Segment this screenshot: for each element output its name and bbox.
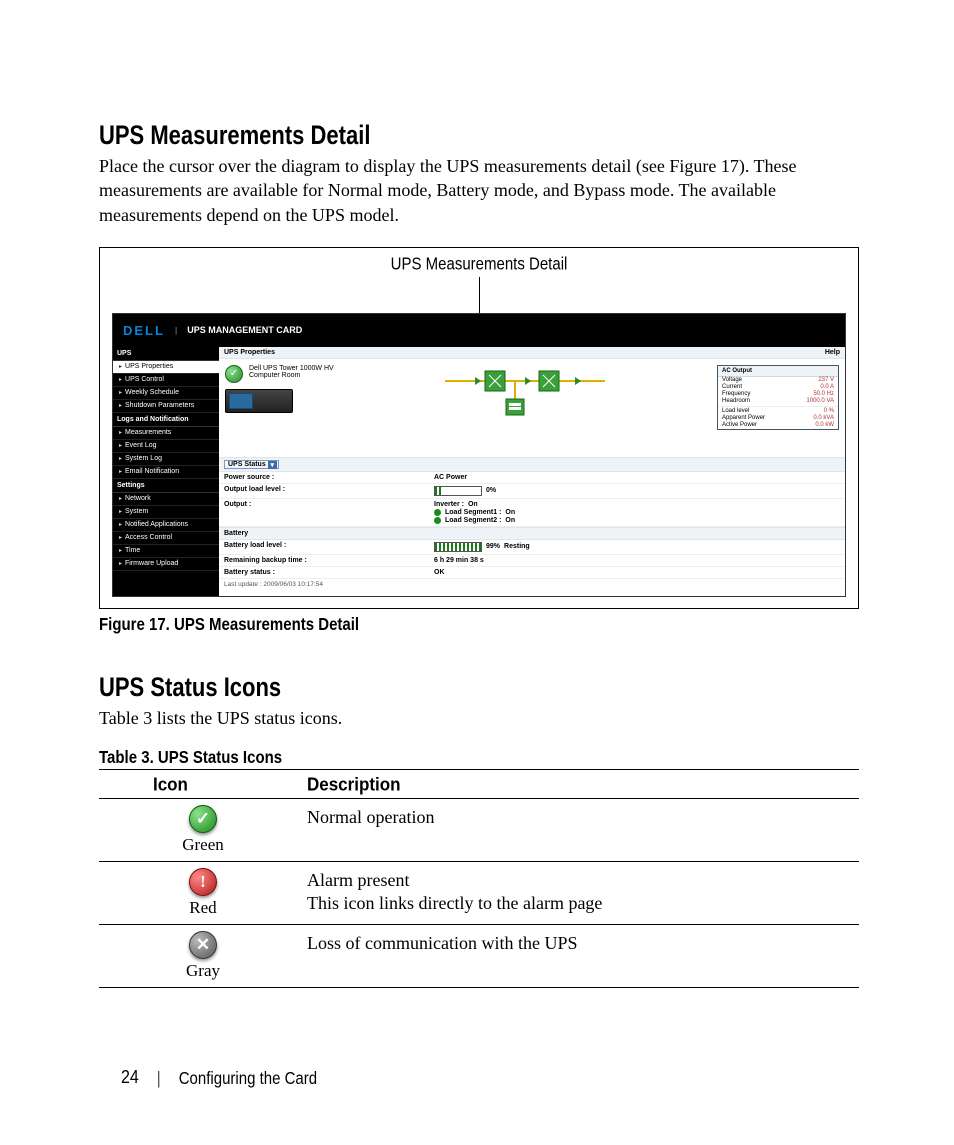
row-power-source: Power source : AC Power (219, 472, 845, 484)
sidebar-item-event-log[interactable]: Event Log (113, 440, 219, 453)
sidebar-group-settings: Settings (113, 479, 219, 493)
sidebar-item-notified-apps[interactable]: Notified Applications (113, 519, 219, 532)
content-title-row: UPS Properties Help (219, 347, 845, 359)
icon-color-label: Gray (186, 961, 220, 981)
measurements-heading: UPS Measurements Detail (99, 120, 859, 151)
remaining-value: 6 h 29 min 38 s (434, 557, 484, 564)
sidebar-item-weekly-schedule[interactable]: Weekly Schedule (113, 387, 219, 400)
measurements-paragraph: Place the cursor over the diagram to dis… (99, 154, 859, 227)
battery-status-label: Battery status : (219, 567, 429, 578)
ups-status-select[interactable]: UPS Status (224, 460, 279, 469)
ups-status-selector-row: UPS Status (219, 457, 845, 472)
sidebar-group-ups: UPS (113, 347, 219, 361)
desc-text: Loss of communication with the UPS (307, 933, 859, 954)
row-battery-load: Battery load level : 99% Resting (219, 540, 845, 555)
sidebar-item-email-notification[interactable]: Email Notification (113, 466, 219, 479)
red-alert-icon: ! (189, 868, 217, 896)
status-icons-heading: UPS Status Icons (99, 672, 859, 703)
status-ok-icon: ✓ (225, 365, 243, 383)
content-title: UPS Properties (224, 349, 275, 356)
battery-load-bar (434, 542, 482, 552)
battery-load-label: Battery load level : (219, 540, 429, 554)
sidebar-item-firmware-upload[interactable]: Firmware Upload (113, 558, 219, 571)
icon-color-label: Red (189, 898, 216, 918)
sidebar-item-access-control[interactable]: Access Control (113, 532, 219, 545)
battery-section-head: Battery (219, 527, 845, 540)
status-dot-icon (434, 517, 441, 524)
sidebar-item-ups-properties[interactable]: UPS Properties (113, 361, 219, 374)
top-zone: ✓ Dell UPS Tower 1000W HV Computer Room (219, 359, 845, 457)
battery-status-value: OK (434, 569, 445, 576)
callout-leader-line (479, 277, 480, 313)
desc-text: Normal operation (307, 807, 859, 828)
footer-separator: | (157, 1069, 161, 1089)
tooltip-title: AC Output (718, 366, 838, 377)
th-description: Description (307, 768, 859, 800)
measurements-tooltip: AC Output Voltage237 V Current0.0 A Freq… (717, 365, 839, 430)
power-flow-diagram[interactable] (344, 365, 707, 421)
output-load-label: Output load level : (219, 484, 429, 498)
status-icons-paragraph: Table 3 lists the UPS status icons. (99, 706, 859, 730)
row-battery-status: Battery status : OK (219, 567, 845, 579)
last-update: Last update : 2009/06/03 10:17:54 (219, 579, 845, 596)
battery-load-value: 99% (486, 543, 500, 550)
figure-17-container: UPS Measurements Detail DELL | UPS MANAG… (99, 247, 859, 609)
output-load-value: 0% (486, 487, 496, 494)
screenshot-header: DELL | UPS MANAGEMENT CARD (113, 314, 845, 347)
sidebar-item-shutdown-params[interactable]: Shutdown Parameters (113, 400, 219, 413)
table-row: ✕ Gray Loss of communication with the UP… (99, 925, 859, 988)
sidebar-group-logs: Logs and Notification (113, 413, 219, 427)
page-number: 24 (121, 1068, 139, 1089)
footer-section: Configuring the Card (179, 1069, 317, 1089)
screenshot: DELL | UPS MANAGEMENT CARD UPS UPS Prope… (112, 313, 846, 597)
sidebar-item-network[interactable]: Network (113, 493, 219, 506)
sidebar-item-ups-control[interactable]: UPS Control (113, 374, 219, 387)
sidebar-item-measurements[interactable]: Measurements (113, 427, 219, 440)
figure-17-caption: Figure 17. UPS Measurements Detail (99, 615, 859, 635)
product-name: UPS MANAGEMENT CARD (187, 325, 302, 335)
power-source-value: AC Power (434, 474, 467, 481)
content-area: UPS Properties Help ✓ Dell UPS Tower 100… (219, 347, 845, 596)
row-output-load: Output load level : 0% (219, 484, 845, 499)
dell-logo: DELL (123, 323, 165, 338)
page-footer: 24 | Configuring the Card (99, 1068, 859, 1089)
green-check-icon: ✓ (189, 805, 217, 833)
table-row: ✓ Green Normal operation (99, 799, 859, 862)
icon-color-label: Green (182, 835, 224, 855)
device-room: Computer Room (249, 372, 334, 379)
row-output: Output : Inverter : On Load Segment1 : O… (219, 499, 845, 527)
sidebar-item-time[interactable]: Time (113, 545, 219, 558)
status-dot-icon (434, 509, 441, 516)
power-source-label: Power source : (219, 472, 429, 483)
figure-callout: UPS Measurements Detail (108, 254, 850, 278)
sidebar: UPS UPS Properties UPS Control Weekly Sc… (113, 347, 219, 596)
battery-load-state: Resting (504, 543, 530, 550)
status-icons-table: Icon Description ✓ Green Normal operatio… (99, 769, 859, 988)
device-name: Dell UPS Tower 1000W HV (249, 365, 334, 372)
desc-text: Alarm present (307, 870, 859, 891)
sidebar-item-system-log[interactable]: System Log (113, 453, 219, 466)
gray-x-icon: ✕ (189, 931, 217, 959)
desc-text: This icon links directly to the alarm pa… (307, 893, 859, 914)
row-remaining: Remaining backup time : 6 h 29 min 38 s (219, 555, 845, 567)
header-separator: | (175, 326, 177, 335)
sidebar-item-system[interactable]: System (113, 506, 219, 519)
device-image (225, 389, 293, 413)
help-link[interactable]: Help (825, 349, 840, 356)
table-row: ! Red Alarm present This icon links dire… (99, 862, 859, 925)
output-label: Output : (219, 499, 429, 526)
remaining-label: Remaining backup time : (219, 555, 429, 566)
output-load-bar (434, 486, 482, 496)
th-icon: Icon (99, 768, 307, 800)
table-3-caption: Table 3. UPS Status Icons (99, 748, 859, 768)
